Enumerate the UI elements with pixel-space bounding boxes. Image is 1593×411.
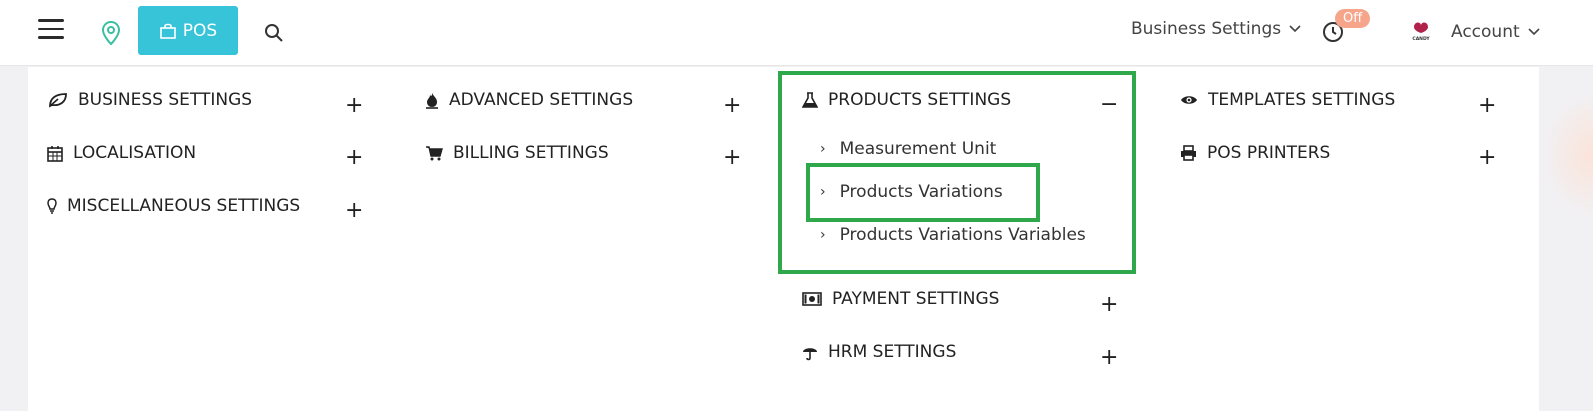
shopping-bag-icon (159, 23, 176, 39)
menu-item-hrm-settings-label: HRM SETTINGS (828, 342, 957, 362)
menu-item-advanced-settings-label: ADVANCED SETTINGS (449, 90, 634, 110)
templates-settings-expand-toggle[interactable]: + (1478, 95, 1496, 117)
business-settings-dropdown[interactable]: Business Settings (1131, 19, 1301, 39)
avatar[interactable]: CANDY (1408, 18, 1434, 44)
top-navbar: POS Business Settings Off CANDY Account (0, 0, 1593, 66)
off-status-badge: Off (1335, 9, 1371, 28)
avatar-logo-text: CANDY (1412, 36, 1430, 42)
search-icon[interactable] (262, 21, 286, 45)
business-settings-expand-toggle[interactable]: + (345, 95, 363, 117)
menu-item-hrm-settings[interactable]: HRM SETTINGS (802, 342, 956, 362)
leaf-icon (49, 93, 67, 108)
umbrella-icon (803, 347, 817, 360)
background-decoration (1540, 90, 1593, 220)
pos-button[interactable]: POS (138, 6, 238, 55)
chevron-down-icon (1528, 28, 1540, 36)
pos-button-label: POS (182, 20, 218, 41)
menu-item-billing-settings-label: BILLING SETTINGS (453, 143, 609, 163)
account-dropdown[interactable]: Account (1451, 22, 1540, 42)
products-variations-highlight-box (806, 163, 1040, 222)
billing-settings-expand-toggle[interactable]: + (723, 147, 741, 169)
menu-item-localisation-label: LOCALISATION (73, 143, 197, 163)
eye-icon (1181, 96, 1197, 104)
chevron-down-icon (1289, 25, 1301, 33)
menu-item-templates-settings[interactable]: TEMPLATES SETTINGS (1180, 90, 1395, 110)
account-dropdown-label: Account (1451, 22, 1520, 42)
menu-item-business-settings[interactable]: BUSINESS SETTINGS (48, 90, 252, 110)
menu-item-miscellaneous-settings-label: MISCELLANEOUS SETTINGS (67, 196, 301, 216)
menu-item-payment-settings-label: PAYMENT SETTINGS (832, 289, 1000, 309)
payment-settings-expand-toggle[interactable]: + (1100, 294, 1118, 316)
menu-item-billing-settings[interactable]: BILLING SETTINGS (425, 143, 609, 163)
calendar-icon (47, 145, 63, 162)
advanced-settings-expand-toggle[interactable]: + (723, 95, 741, 117)
miscellaneous-settings-expand-toggle[interactable]: + (345, 200, 363, 222)
menu-item-pos-printers[interactable]: POS PRINTERS (1180, 143, 1330, 163)
menu-item-templates-settings-label: TEMPLATES SETTINGS (1208, 90, 1396, 110)
printer-icon (1181, 145, 1196, 161)
localisation-expand-toggle[interactable]: + (345, 147, 363, 169)
business-settings-dropdown-label: Business Settings (1131, 19, 1282, 39)
pos-printers-expand-toggle[interactable]: + (1478, 147, 1496, 169)
menu-item-payment-settings[interactable]: PAYMENT SETTINGS (802, 289, 999, 309)
money-icon (802, 292, 822, 306)
menu-item-pos-printers-label: POS PRINTERS (1207, 143, 1331, 163)
hamburger-menu-icon[interactable] (38, 19, 64, 41)
lightbulb-icon (47, 198, 57, 214)
fire-icon (426, 92, 438, 109)
menu-item-miscellaneous-settings[interactable]: MISCELLANEOUS SETTINGS (47, 196, 300, 216)
location-pin-icon[interactable] (100, 20, 122, 46)
shopping-cart-icon (426, 146, 443, 161)
hrm-settings-expand-toggle[interactable]: + (1100, 347, 1118, 369)
menu-item-advanced-settings[interactable]: ADVANCED SETTINGS (425, 90, 633, 110)
menu-item-business-settings-label: BUSINESS SETTINGS (78, 90, 253, 110)
menu-item-localisation[interactable]: LOCALISATION (47, 143, 196, 163)
